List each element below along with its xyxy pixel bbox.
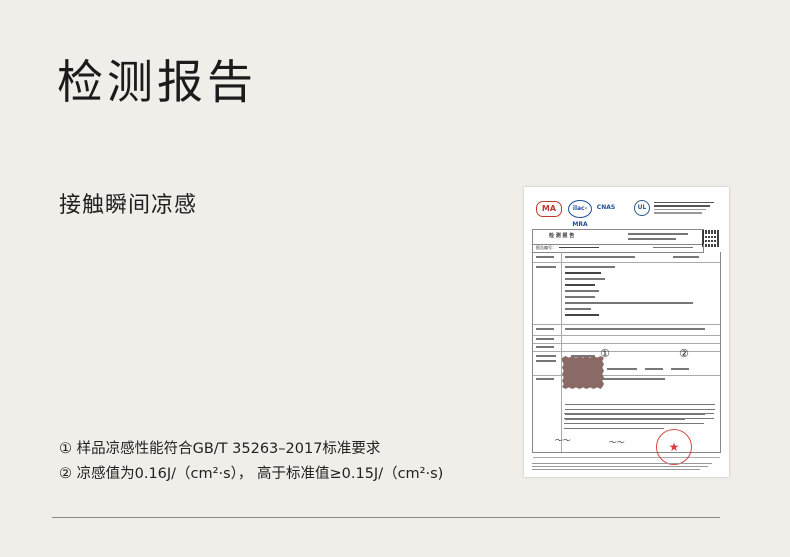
report-header-label: 检 测 报 告 (549, 233, 575, 239)
note-item-2: ② 凉感值为0.16J/（cm²·s）， 高于标准值≥0.15J/（cm²·s) (59, 466, 444, 482)
star-seal-icon: ★ (656, 429, 692, 465)
report-number-label: 报告编号： (536, 245, 556, 250)
notes-list: ① 样品凉感性能符合GB/T 35263–2017标准要求 ② 凉感值为0.16… (59, 437, 443, 487)
signature-2: 〜〜 (608, 438, 624, 447)
qr-code-icon (702, 230, 719, 247)
test-report-document: MA ilac-MRA CNAS UL 检 测 报 告 报告编号： ① ② 〜〜… (524, 187, 729, 477)
footer-text (532, 463, 719, 472)
section-title: 接触瞬间凉感 (59, 193, 198, 218)
result-marker-2: ② (679, 347, 689, 360)
signature-1: 〜〜 (554, 436, 570, 445)
note-item-1: ① 样品凉感性能符合GB/T 35263–2017标准要求 (59, 441, 381, 457)
report-header-box: 检 测 报 告 (532, 229, 704, 245)
divider (52, 517, 720, 518)
certification-logos: MA ilac-MRA CNAS (536, 200, 646, 228)
page-title: 检测报告 (57, 55, 257, 109)
fabric-sample-swatch (562, 356, 604, 389)
cnas-logo: CNAS (596, 204, 616, 211)
organization-header (654, 202, 716, 216)
ma-logo: MA (536, 201, 562, 217)
ilac-logo: ilac-MRA (568, 200, 592, 228)
ul-logo: UL (634, 200, 650, 216)
